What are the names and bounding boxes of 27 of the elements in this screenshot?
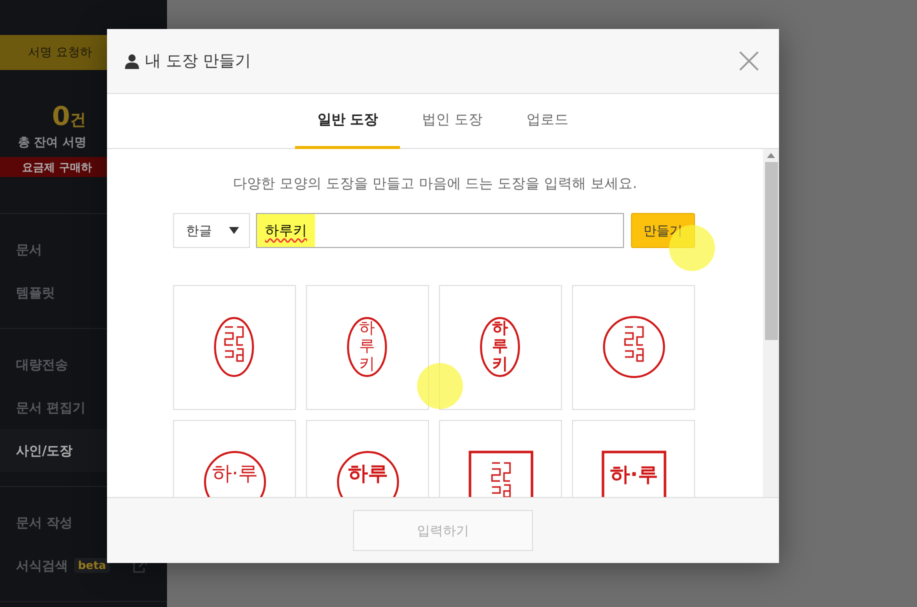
remaining-label: 총 잔여 서명 (17, 134, 86, 151)
language-select[interactable]: 한글 (173, 213, 250, 248)
stamp-option[interactable] (173, 285, 296, 410)
scroll-up-arrow-icon[interactable] (767, 153, 775, 158)
dropdown-caret-icon (229, 227, 239, 234)
stamp-drawing: 하루 (336, 451, 400, 497)
stamp-drawing: 하·루 (202, 451, 266, 497)
description-text: 다양한 모양의 도장을 만들고 마음에 드는 도장을 입력해 보세요. (232, 175, 638, 193)
tab[interactable]: 업로드 (504, 94, 591, 149)
close-icon[interactable] (739, 51, 759, 71)
tab[interactable]: 일반 도장 (295, 94, 400, 149)
stamp-option[interactable]: 하루키 (306, 285, 429, 410)
tab[interactable]: 법인 도장 (400, 94, 505, 149)
beta-badge: beta (74, 558, 110, 573)
stamp-drawing: 하·루 (600, 450, 666, 497)
user-icon (125, 54, 139, 68)
cursor-highlight (417, 363, 463, 409)
remaining-count: 0건 (52, 102, 86, 132)
stamp-option[interactable] (572, 285, 695, 410)
stamp-drawing: 하루키 (345, 316, 390, 379)
name-input-field[interactable]: 하루키 (256, 213, 624, 248)
seal-stamp-drawing (468, 450, 534, 497)
stamp-drawing: 하루키 (478, 316, 523, 379)
seal-stamp-drawing (212, 316, 257, 379)
scrollbar[interactable] (763, 149, 779, 497)
stamp-option[interactable]: 하루키 (439, 285, 562, 410)
seal-stamp-drawing (602, 316, 666, 379)
